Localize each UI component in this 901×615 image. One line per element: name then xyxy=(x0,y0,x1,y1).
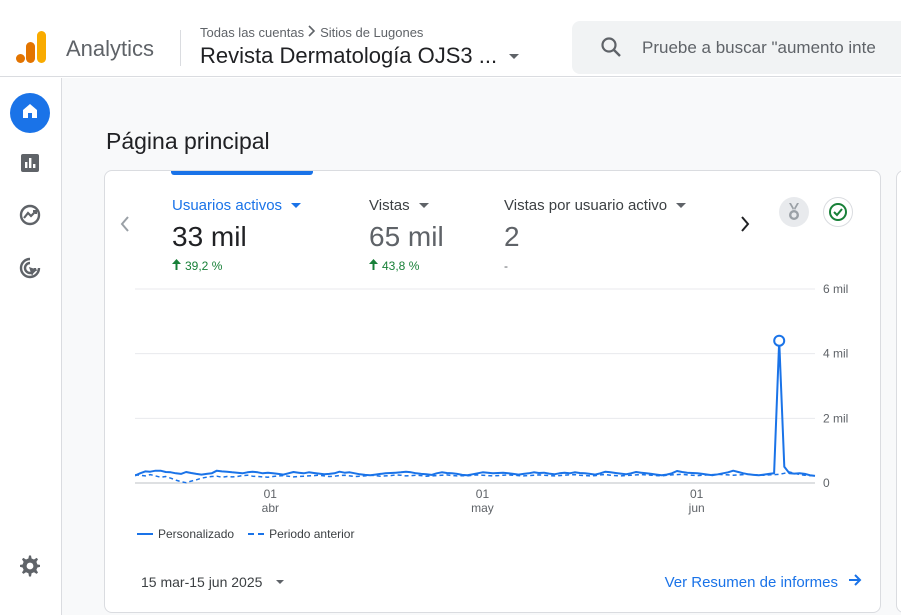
home-icon xyxy=(20,101,40,126)
advertising-icon xyxy=(18,256,42,285)
nav-home[interactable] xyxy=(10,93,50,133)
search-input[interactable]: Pruebe a buscar "aumento inte xyxy=(642,38,876,58)
app-name: Analytics xyxy=(66,36,155,61)
dropdown-arrow-icon[interactable] xyxy=(276,580,285,584)
left-nav xyxy=(0,78,62,615)
active-users-line-chart[interactable]: 6 mil4 mil2 mil001abr01may01jun xyxy=(135,281,865,521)
next-card-edge xyxy=(896,170,901,613)
x-tick-day: 01 xyxy=(690,487,704,501)
y-tick-label: 2 mil xyxy=(823,411,848,425)
x-tick-day: 01 xyxy=(476,487,490,501)
metric-label: Vistas xyxy=(369,197,410,214)
x-tick-month: jun xyxy=(688,501,705,515)
medal-icon[interactable] xyxy=(779,197,809,227)
legend-solid-swatch xyxy=(137,533,153,535)
nav-reports[interactable] xyxy=(10,145,50,185)
nav-settings[interactable] xyxy=(10,548,50,588)
explore-icon xyxy=(18,203,42,232)
metric-views-per-user[interactable]: Vistas por usuario activo 2 - xyxy=(504,197,687,273)
legend-item-previous: Periodo anterior xyxy=(269,527,355,541)
page-title: Página principal xyxy=(106,128,270,154)
metric-active-users[interactable]: Usuarios activos 33 mil 39,2 % xyxy=(172,197,302,273)
view-reports-link[interactable]: Ver Resumen de informes xyxy=(665,573,862,591)
gear-icon xyxy=(18,554,42,583)
y-tick-label: 6 mil xyxy=(823,282,848,296)
arrow-up-icon xyxy=(172,259,181,273)
analytics-logo[interactable] xyxy=(16,31,46,63)
property-selector[interactable]: Revista Dermatología OJS3 ... xyxy=(200,43,520,69)
search-box[interactable]: Pruebe a buscar "aumento inte xyxy=(572,21,901,74)
dropdown-arrow-icon[interactable] xyxy=(676,203,687,208)
metric-label: Vistas por usuario activo xyxy=(504,197,668,214)
top-bar: Analytics Todas las cuentas Sitios de Lu… xyxy=(0,0,901,77)
search-icon xyxy=(600,36,622,63)
x-tick-month: may xyxy=(471,501,494,515)
metric-value: 33 mil xyxy=(172,221,247,252)
metric-views[interactable]: Vistas 65 mil 43,8 % xyxy=(369,197,444,273)
peak-point xyxy=(773,334,786,347)
nav-explore[interactable] xyxy=(10,197,50,237)
metric-change: 39,2 % xyxy=(185,259,223,273)
metric-change: 43,8 % xyxy=(382,259,420,273)
dropdown-arrow-icon[interactable] xyxy=(509,53,520,59)
check-circle-icon[interactable] xyxy=(823,197,853,227)
dropdown-arrow-icon[interactable] xyxy=(291,203,302,208)
main-content: Página principal Usuarios activos 33 mil… xyxy=(62,78,901,615)
chart-legend: Personalizado Periodo anterior xyxy=(137,527,354,541)
x-tick-day: 01 xyxy=(264,487,278,501)
header-divider xyxy=(180,30,181,66)
metric-change: - xyxy=(504,259,508,273)
selected-metric-indicator xyxy=(171,171,313,175)
x-tick-month: abr xyxy=(262,501,279,515)
property-name[interactable]: Revista Dermatología OJS3 ... xyxy=(200,43,497,69)
metric-label: Usuarios activos xyxy=(172,197,283,214)
date-range-selector[interactable]: 15 mar-15 jun 2025 xyxy=(141,574,285,590)
legend-item-current: Personalizado xyxy=(158,527,235,541)
dropdown-arrow-icon[interactable] xyxy=(418,203,429,208)
y-tick-label: 0 xyxy=(823,476,830,490)
chevron-left-icon[interactable] xyxy=(119,215,131,238)
legend-dashed-swatch xyxy=(248,533,265,535)
series-line-current xyxy=(135,339,816,477)
chevron-right-icon xyxy=(307,24,317,40)
breadcrumb[interactable]: Todas las cuentas Sitios de Lugones xyxy=(200,24,423,40)
view-reports-label[interactable]: Ver Resumen de informes xyxy=(665,574,838,591)
chevron-right-icon[interactable] xyxy=(739,215,751,238)
date-range-label[interactable]: 15 mar-15 jun 2025 xyxy=(141,574,262,590)
breadcrumb-property-group[interactable]: Sitios de Lugones xyxy=(320,25,423,40)
y-tick-label: 4 mil xyxy=(823,347,848,361)
arrow-right-icon xyxy=(848,573,862,591)
overview-card: Usuarios activos 33 mil 39,2 % Vistas 65… xyxy=(104,170,881,613)
metric-value: 65 mil xyxy=(369,221,444,252)
reports-icon xyxy=(19,152,41,179)
metric-value: 2 xyxy=(504,221,520,252)
arrow-up-icon xyxy=(369,259,378,273)
nav-advertising[interactable] xyxy=(10,250,50,290)
breadcrumb-account[interactable]: Todas las cuentas xyxy=(200,25,304,40)
